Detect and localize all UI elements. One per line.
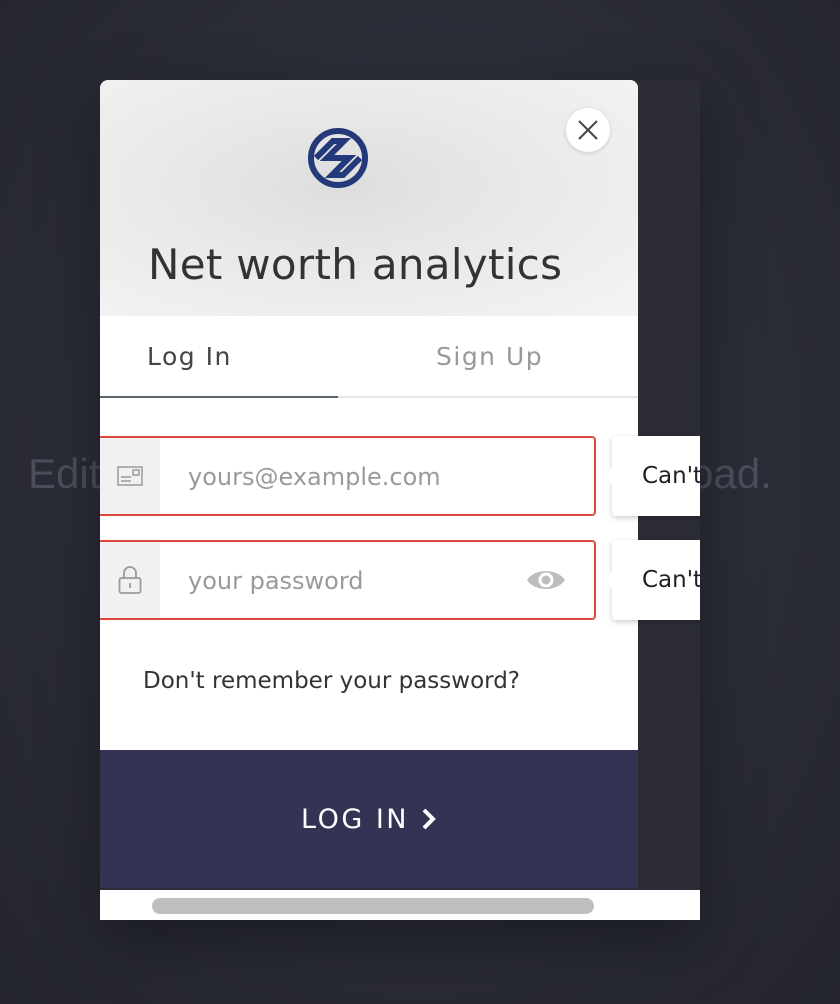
password-field bbox=[100, 540, 596, 620]
envelope-icon bbox=[117, 466, 143, 486]
log-in-button[interactable]: LOG IN bbox=[100, 750, 638, 888]
password-error-tooltip: Can't bbox=[604, 540, 700, 620]
panel-header: Net worth analytics bbox=[100, 80, 638, 316]
horizontal-scrollbar[interactable] bbox=[100, 890, 700, 920]
email-error-tooltip: Can't bbox=[604, 436, 700, 516]
tab-sign-up[interactable]: Sign Up bbox=[436, 316, 638, 396]
email-field bbox=[100, 436, 596, 516]
log-in-button-label: LOG IN bbox=[301, 803, 409, 835]
background-text-right: oad. bbox=[690, 450, 772, 497]
tab-log-in[interactable]: Log In bbox=[100, 316, 338, 398]
password-icon-box bbox=[100, 542, 160, 618]
brand-logo-icon bbox=[308, 128, 368, 188]
show-password-button[interactable] bbox=[524, 562, 568, 598]
forgot-password-link[interactable]: Don't remember your password? bbox=[143, 668, 520, 694]
auth-tabs: Log In Sign Up bbox=[100, 316, 638, 398]
password-input[interactable] bbox=[160, 542, 550, 618]
close-button[interactable] bbox=[566, 108, 610, 152]
background-text-left: Edit bbox=[28, 450, 101, 497]
email-icon-box bbox=[100, 438, 160, 514]
email-input[interactable] bbox=[160, 438, 550, 514]
scrollbar-thumb[interactable] bbox=[152, 898, 594, 914]
close-icon bbox=[578, 120, 598, 140]
login-panel: Net worth analytics Log In Sign Up yours… bbox=[100, 80, 638, 888]
lock-icon bbox=[118, 566, 142, 594]
app-title: Net worth analytics bbox=[148, 240, 563, 289]
lock-widget-container: Net worth analytics Log In Sign Up yours… bbox=[100, 80, 700, 920]
eye-icon bbox=[527, 571, 565, 589]
chevron-right-icon bbox=[421, 807, 437, 831]
